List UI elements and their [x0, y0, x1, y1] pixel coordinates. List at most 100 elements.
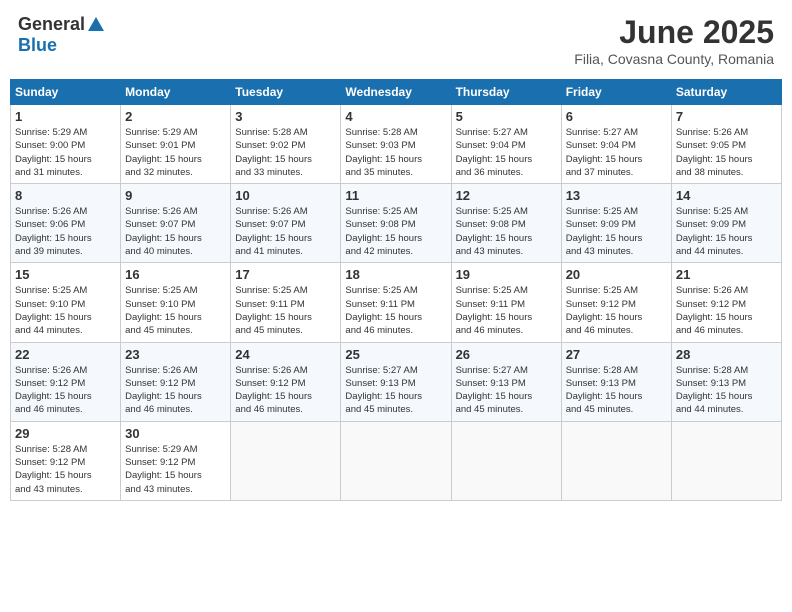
day-number: 9 [125, 188, 226, 203]
day-info: Sunrise: 5:28 AM Sunset: 9:13 PM Dayligh… [566, 364, 667, 417]
day-info: Sunrise: 5:25 AM Sunset: 9:11 PM Dayligh… [345, 284, 446, 337]
day-info: Sunrise: 5:26 AM Sunset: 9:12 PM Dayligh… [125, 364, 226, 417]
day-info: Sunrise: 5:26 AM Sunset: 9:06 PM Dayligh… [15, 205, 116, 258]
calendar-cell: 28 Sunrise: 5:28 AM Sunset: 9:13 PM Dayli… [671, 342, 781, 421]
day-info: Sunrise: 5:28 AM Sunset: 9:12 PM Dayligh… [15, 443, 116, 496]
calendar: SundayMondayTuesdayWednesdayThursdayFrid… [10, 79, 782, 501]
day-number: 4 [345, 109, 446, 124]
weekday-header-monday: Monday [121, 80, 231, 105]
calendar-cell: 2Sunrise: 5:29 AM Sunset: 9:01 PM Daylig… [121, 105, 231, 184]
calendar-cell: 6 Sunrise: 5:27 AM Sunset: 9:04 PM Daylig… [561, 105, 671, 184]
day-number: 18 [345, 267, 446, 282]
calendar-cell: 14 Sunrise: 5:25 AM Sunset: 9:09 PM Dayli… [671, 184, 781, 263]
day-info: Sunrise: 5:25 AM Sunset: 9:12 PM Dayligh… [566, 284, 667, 337]
day-number: 3 [235, 109, 336, 124]
calendar-cell: 24 Sunrise: 5:26 AM Sunset: 9:12 PM Dayli… [231, 342, 341, 421]
day-number: 16 [125, 267, 226, 282]
day-number: 6 [566, 109, 667, 124]
calendar-cell: 3 Sunrise: 5:28 AM Sunset: 9:02 PM Daylig… [231, 105, 341, 184]
calendar-cell: 20 Sunrise: 5:25 AM Sunset: 9:12 PM Dayli… [561, 263, 671, 342]
logo-triangle-icon [88, 17, 104, 31]
day-info: Sunrise: 5:26 AM Sunset: 9:07 PM Dayligh… [125, 205, 226, 258]
day-info: Sunrise: 5:25 AM Sunset: 9:10 PM Dayligh… [125, 284, 226, 337]
day-number: 30 [125, 426, 226, 441]
calendar-cell: 9 Sunrise: 5:26 AM Sunset: 9:07 PM Daylig… [121, 184, 231, 263]
day-number: 24 [235, 347, 336, 362]
day-info: Sunrise: 5:25 AM Sunset: 9:09 PM Dayligh… [566, 205, 667, 258]
calendar-cell: 5 Sunrise: 5:27 AM Sunset: 9:04 PM Daylig… [451, 105, 561, 184]
day-number: 27 [566, 347, 667, 362]
calendar-cell: 19Sunrise: 5:25 AM Sunset: 9:11 PM Dayli… [451, 263, 561, 342]
calendar-cell: 21 Sunrise: 5:26 AM Sunset: 9:12 PM Dayli… [671, 263, 781, 342]
calendar-cell [231, 421, 341, 500]
day-info: Sunrise: 5:27 AM Sunset: 9:13 PM Dayligh… [345, 364, 446, 417]
calendar-cell: 18 Sunrise: 5:25 AM Sunset: 9:11 PM Dayli… [341, 263, 451, 342]
day-info: Sunrise: 5:26 AM Sunset: 9:12 PM Dayligh… [235, 364, 336, 417]
day-info: Sunrise: 5:26 AM Sunset: 9:12 PM Dayligh… [676, 284, 777, 337]
day-info: Sunrise: 5:29 AM Sunset: 9:01 PM Dayligh… [125, 126, 226, 179]
day-info: Sunrise: 5:29 AM Sunset: 9:00 PM Dayligh… [15, 126, 116, 179]
calendar-cell: 27 Sunrise: 5:28 AM Sunset: 9:13 PM Dayli… [561, 342, 671, 421]
calendar-cell: 29 Sunrise: 5:28 AM Sunset: 9:12 PM Dayli… [11, 421, 121, 500]
day-number: 26 [456, 347, 557, 362]
location-title: Filia, Covasna County, Romania [574, 51, 774, 67]
day-number: 5 [456, 109, 557, 124]
calendar-cell: 22Sunrise: 5:26 AM Sunset: 9:12 PM Dayli… [11, 342, 121, 421]
calendar-cell: 11 Sunrise: 5:25 AM Sunset: 9:08 PM Dayli… [341, 184, 451, 263]
calendar-cell: 23 Sunrise: 5:26 AM Sunset: 9:12 PM Dayli… [121, 342, 231, 421]
day-number: 13 [566, 188, 667, 203]
month-title: June 2025 [574, 14, 774, 51]
calendar-cell: 10 Sunrise: 5:26 AM Sunset: 9:07 PM Dayli… [231, 184, 341, 263]
day-number: 20 [566, 267, 667, 282]
logo-general: General [18, 14, 85, 35]
calendar-cell [671, 421, 781, 500]
day-info: Sunrise: 5:25 AM Sunset: 9:10 PM Dayligh… [15, 284, 116, 337]
day-info: Sunrise: 5:29 AM Sunset: 9:12 PM Dayligh… [125, 443, 226, 496]
day-number: 1 [15, 109, 116, 124]
title-area: June 2025 Filia, Covasna County, Romania [574, 14, 774, 67]
day-number: 21 [676, 267, 777, 282]
calendar-cell: 13 Sunrise: 5:25 AM Sunset: 9:09 PM Dayli… [561, 184, 671, 263]
calendar-cell: 17Sunrise: 5:25 AM Sunset: 9:11 PM Dayli… [231, 263, 341, 342]
day-number: 15 [15, 267, 116, 282]
day-info: Sunrise: 5:25 AM Sunset: 9:08 PM Dayligh… [345, 205, 446, 258]
day-number: 23 [125, 347, 226, 362]
day-info: Sunrise: 5:28 AM Sunset: 9:02 PM Dayligh… [235, 126, 336, 179]
calendar-cell: 1 Sunrise: 5:29 AM Sunset: 9:00 PM Daylig… [11, 105, 121, 184]
calendar-cell: 16 Sunrise: 5:25 AM Sunset: 9:10 PM Dayli… [121, 263, 231, 342]
day-number: 28 [676, 347, 777, 362]
day-info: Sunrise: 5:28 AM Sunset: 9:03 PM Dayligh… [345, 126, 446, 179]
day-info: Sunrise: 5:27 AM Sunset: 9:04 PM Dayligh… [566, 126, 667, 179]
day-number: 29 [15, 426, 116, 441]
day-number: 14 [676, 188, 777, 203]
day-info: Sunrise: 5:27 AM Sunset: 9:04 PM Dayligh… [456, 126, 557, 179]
weekday-header-tuesday: Tuesday [231, 80, 341, 105]
day-number: 12 [456, 188, 557, 203]
calendar-cell: 4 Sunrise: 5:28 AM Sunset: 9:03 PM Daylig… [341, 105, 451, 184]
day-info: Sunrise: 5:27 AM Sunset: 9:13 PM Dayligh… [456, 364, 557, 417]
day-info: Sunrise: 5:25 AM Sunset: 9:08 PM Dayligh… [456, 205, 557, 258]
day-info: Sunrise: 5:25 AM Sunset: 9:09 PM Dayligh… [676, 205, 777, 258]
header: General Blue June 2025 Filia, Covasna Co… [10, 10, 782, 71]
weekday-header-wednesday: Wednesday [341, 80, 451, 105]
calendar-cell: 30 Sunrise: 5:29 AM Sunset: 9:12 PM Dayli… [121, 421, 231, 500]
calendar-cell: 25 Sunrise: 5:27 AM Sunset: 9:13 PM Dayli… [341, 342, 451, 421]
day-number: 8 [15, 188, 116, 203]
logo-blue: Blue [18, 35, 57, 56]
day-info: Sunrise: 5:25 AM Sunset: 9:11 PM Dayligh… [456, 284, 557, 337]
weekday-header-saturday: Saturday [671, 80, 781, 105]
day-info: Sunrise: 5:26 AM Sunset: 9:05 PM Dayligh… [676, 126, 777, 179]
calendar-cell: 12 Sunrise: 5:25 AM Sunset: 9:08 PM Dayli… [451, 184, 561, 263]
calendar-cell: 15 Sunrise: 5:25 AM Sunset: 9:10 PM Dayli… [11, 263, 121, 342]
day-number: 25 [345, 347, 446, 362]
day-number: 10 [235, 188, 336, 203]
calendar-cell [451, 421, 561, 500]
calendar-cell [341, 421, 451, 500]
day-info: Sunrise: 5:28 AM Sunset: 9:13 PM Dayligh… [676, 364, 777, 417]
day-info: Sunrise: 5:26 AM Sunset: 9:07 PM Dayligh… [235, 205, 336, 258]
day-number: 11 [345, 188, 446, 203]
calendar-cell: 7 Sunrise: 5:26 AM Sunset: 9:05 PM Daylig… [671, 105, 781, 184]
weekday-header-friday: Friday [561, 80, 671, 105]
weekday-header-sunday: Sunday [11, 80, 121, 105]
day-number: 7 [676, 109, 777, 124]
